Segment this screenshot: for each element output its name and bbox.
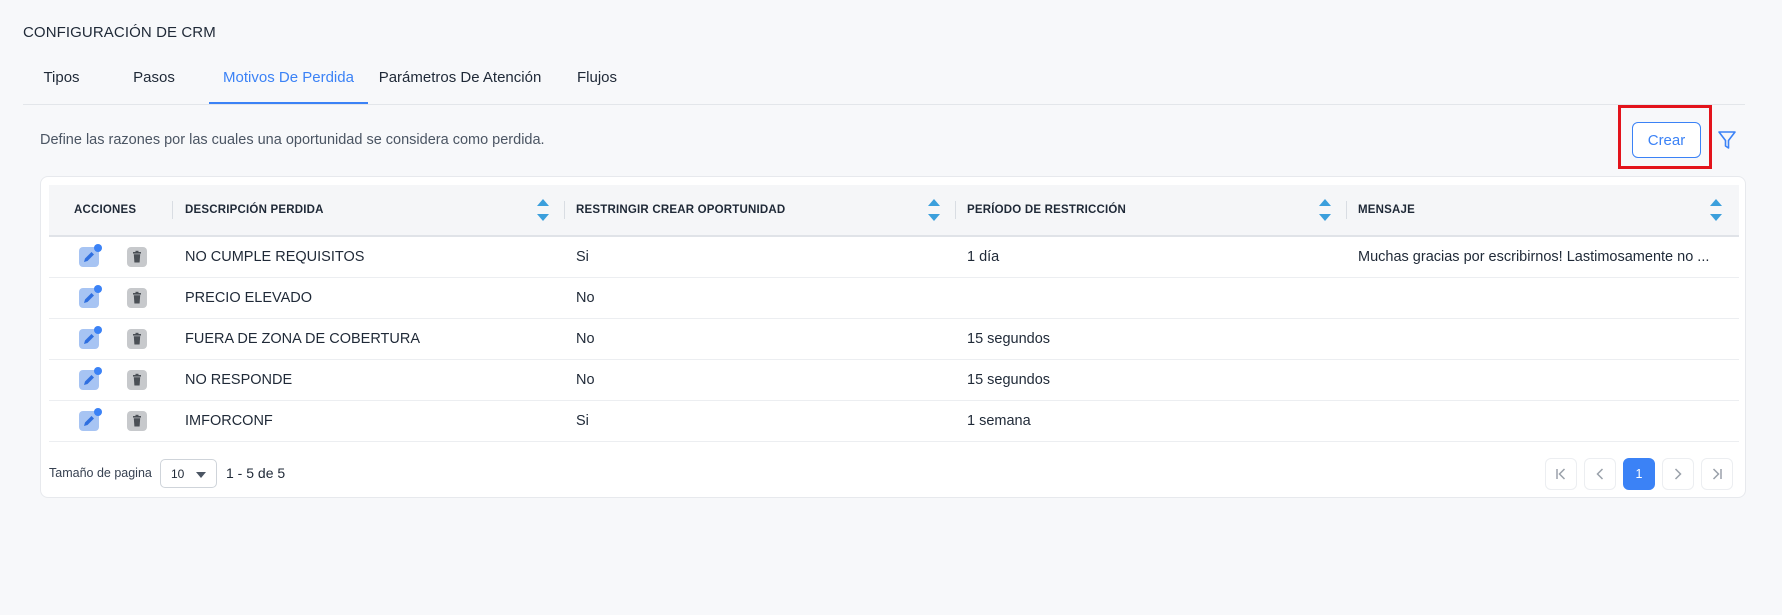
tab-tipos[interactable]: Tipos (23, 56, 100, 104)
tab-bar: Tipos Pasos Motivos De Perdida Parámetro… (23, 56, 1745, 105)
cell-periodo (967, 278, 1327, 318)
table-card: ACCIONES DESCRIPCIÓN PERDIDA RESTRINGIR … (40, 176, 1746, 498)
cell-periodo: 1 día (967, 249, 1000, 265)
table-header: ACCIONES DESCRIPCIÓN PERDIDA RESTRINGIR … (49, 185, 1739, 237)
cell-restringir: No (576, 372, 595, 388)
trash-icon (133, 332, 141, 345)
table-row: NO CUMPLE REQUISITOS Si 1 día Muchas gra… (49, 237, 1739, 278)
trash-icon (133, 414, 141, 427)
cell-restringir: Si (576, 413, 589, 429)
status-dot (94, 408, 102, 416)
status-dot (94, 285, 102, 293)
column-separator (564, 201, 565, 219)
tab-flujos[interactable]: Flujos (559, 56, 635, 104)
tab-motivos-de-perdida[interactable]: Motivos De Perdida (209, 56, 368, 104)
table-row: NO RESPONDE No 15 segundos (49, 360, 1739, 401)
tab-pasos[interactable]: Pasos (110, 56, 198, 104)
status-dot (94, 244, 102, 252)
cell-descripcion: NO CUMPLE REQUISITOS (185, 249, 365, 265)
edit-button[interactable] (79, 285, 102, 308)
filter-icon[interactable] (1716, 128, 1738, 152)
cell-mensaje (1358, 401, 1728, 441)
column-separator (955, 201, 956, 219)
column-header-acciones: ACCIONES (74, 204, 137, 216)
chevron-right-icon (1674, 468, 1682, 480)
last-page-icon (1712, 468, 1722, 480)
table-row: IMFORCONF Si 1 semana (49, 401, 1739, 442)
trash-icon (133, 250, 141, 263)
delete-button[interactable] (127, 288, 147, 308)
tab-parametros-de-atencion[interactable]: Parámetros De Atención (375, 56, 545, 104)
edit-button[interactable] (79, 326, 102, 349)
delete-button[interactable] (127, 370, 147, 390)
delete-button[interactable] (127, 411, 147, 431)
caret-down-icon (196, 472, 206, 478)
pagination-range: 1 - 5 de 5 (226, 465, 286, 481)
cell-descripcion: FUERA DE ZONA DE COBERTURA (185, 331, 420, 347)
cell-descripcion: NO RESPONDE (185, 372, 293, 388)
table-row: FUERA DE ZONA DE COBERTURA No 15 segundo… (49, 319, 1739, 360)
cell-periodo: 15 segundos (967, 331, 1051, 347)
previous-page-button[interactable] (1584, 458, 1616, 490)
cell-periodo: 1 semana (967, 413, 1031, 429)
page-size-select[interactable]: 10 (160, 459, 217, 488)
delete-button[interactable] (127, 329, 147, 349)
column-header-periodo[interactable]: PERÍODO DE RESTRICCIÓN (967, 185, 1126, 235)
cell-restringir: Si (576, 249, 589, 265)
page-title: CONFIGURACIÓN DE CRM (23, 24, 216, 41)
trash-icon (133, 291, 141, 304)
cell-restringir: No (576, 331, 595, 347)
trash-icon (133, 373, 141, 386)
status-dot (94, 367, 102, 375)
next-page-button[interactable] (1662, 458, 1694, 490)
column-header-mensaje[interactable]: MENSAJE (1358, 185, 1415, 235)
sort-icon[interactable] (1318, 193, 1332, 227)
page-description: Define las razones por las cuales una op… (40, 132, 545, 148)
cell-periodo: 15 segundos (967, 372, 1051, 388)
cell-mensaje (1358, 360, 1728, 400)
cell-descripcion: IMFORCONF (185, 413, 273, 429)
cell-mensaje (1358, 319, 1728, 359)
edit-button[interactable] (79, 367, 102, 390)
column-header-descripcion[interactable]: DESCRIPCIÓN PERDIDA (185, 185, 324, 235)
delete-button[interactable] (127, 247, 147, 267)
column-separator (1346, 201, 1347, 219)
page: CONFIGURACIÓN DE CRM Tipos Pasos Motivos… (0, 0, 1782, 615)
first-page-icon (1556, 468, 1566, 480)
last-page-button[interactable] (1701, 458, 1733, 490)
table-row: PRECIO ELEVADO No (49, 278, 1739, 319)
column-header-restringir[interactable]: RESTRINGIR CREAR OPORTUNIDAD (576, 185, 785, 235)
sort-icon[interactable] (927, 193, 941, 227)
column-separator (172, 201, 173, 219)
cell-descripcion: PRECIO ELEVADO (185, 290, 313, 306)
edit-button[interactable] (79, 408, 102, 431)
create-button[interactable]: Crear (1632, 122, 1701, 158)
sort-icon[interactable] (1709, 193, 1723, 227)
cell-restringir: No (576, 290, 595, 306)
sort-icon[interactable] (536, 193, 550, 227)
first-page-button[interactable] (1545, 458, 1577, 490)
page-button-current[interactable]: 1 (1623, 458, 1655, 490)
page-size-value: 10 (171, 467, 185, 481)
page-size-label: Tamaño de pagina (49, 466, 152, 480)
cell-mensaje: Muchas gracias por escribirnos! Lastimos… (1358, 249, 1710, 265)
cell-mensaje (1358, 278, 1728, 318)
status-dot (94, 326, 102, 334)
edit-button[interactable] (79, 244, 102, 267)
chevron-left-icon (1596, 468, 1604, 480)
